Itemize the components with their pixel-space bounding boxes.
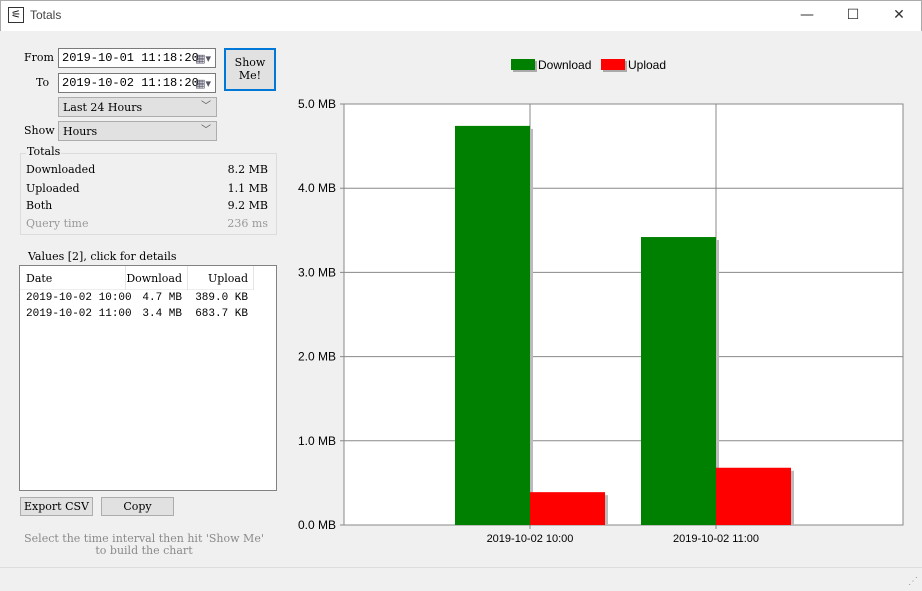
resize-grip-icon[interactable]: ⋰	[908, 576, 918, 587]
bar-upload	[530, 492, 605, 525]
legend-label: Download	[538, 58, 591, 72]
bar-upload	[716, 467, 791, 525]
y-tick-label: 0.0 MB	[298, 518, 336, 532]
y-tick-label: 1.0 MB	[298, 434, 336, 448]
legend-swatch-download	[511, 59, 535, 70]
bar-download	[641, 237, 716, 525]
status-bar	[0, 567, 922, 591]
y-tick-label: 5.0 MB	[298, 97, 336, 111]
x-tick-label: 2019-10-02 10:00	[487, 533, 574, 545]
x-tick-label: 2019-10-02 11:00	[673, 533, 759, 545]
y-tick-label: 2.0 MB	[298, 350, 336, 364]
legend-label: Upload	[628, 58, 666, 72]
bar-download	[455, 125, 530, 525]
y-tick-label: 4.0 MB	[298, 181, 336, 195]
bar-chart: 0.0 MB 1.0 MB 2.0 MB 3.0 MB 4.0 MB 5.0 MB 2019…	[298, 58, 904, 545]
y-tick-label: 3.0 MB	[298, 265, 336, 279]
legend-swatch-upload	[601, 59, 625, 70]
plot-area	[343, 103, 904, 526]
